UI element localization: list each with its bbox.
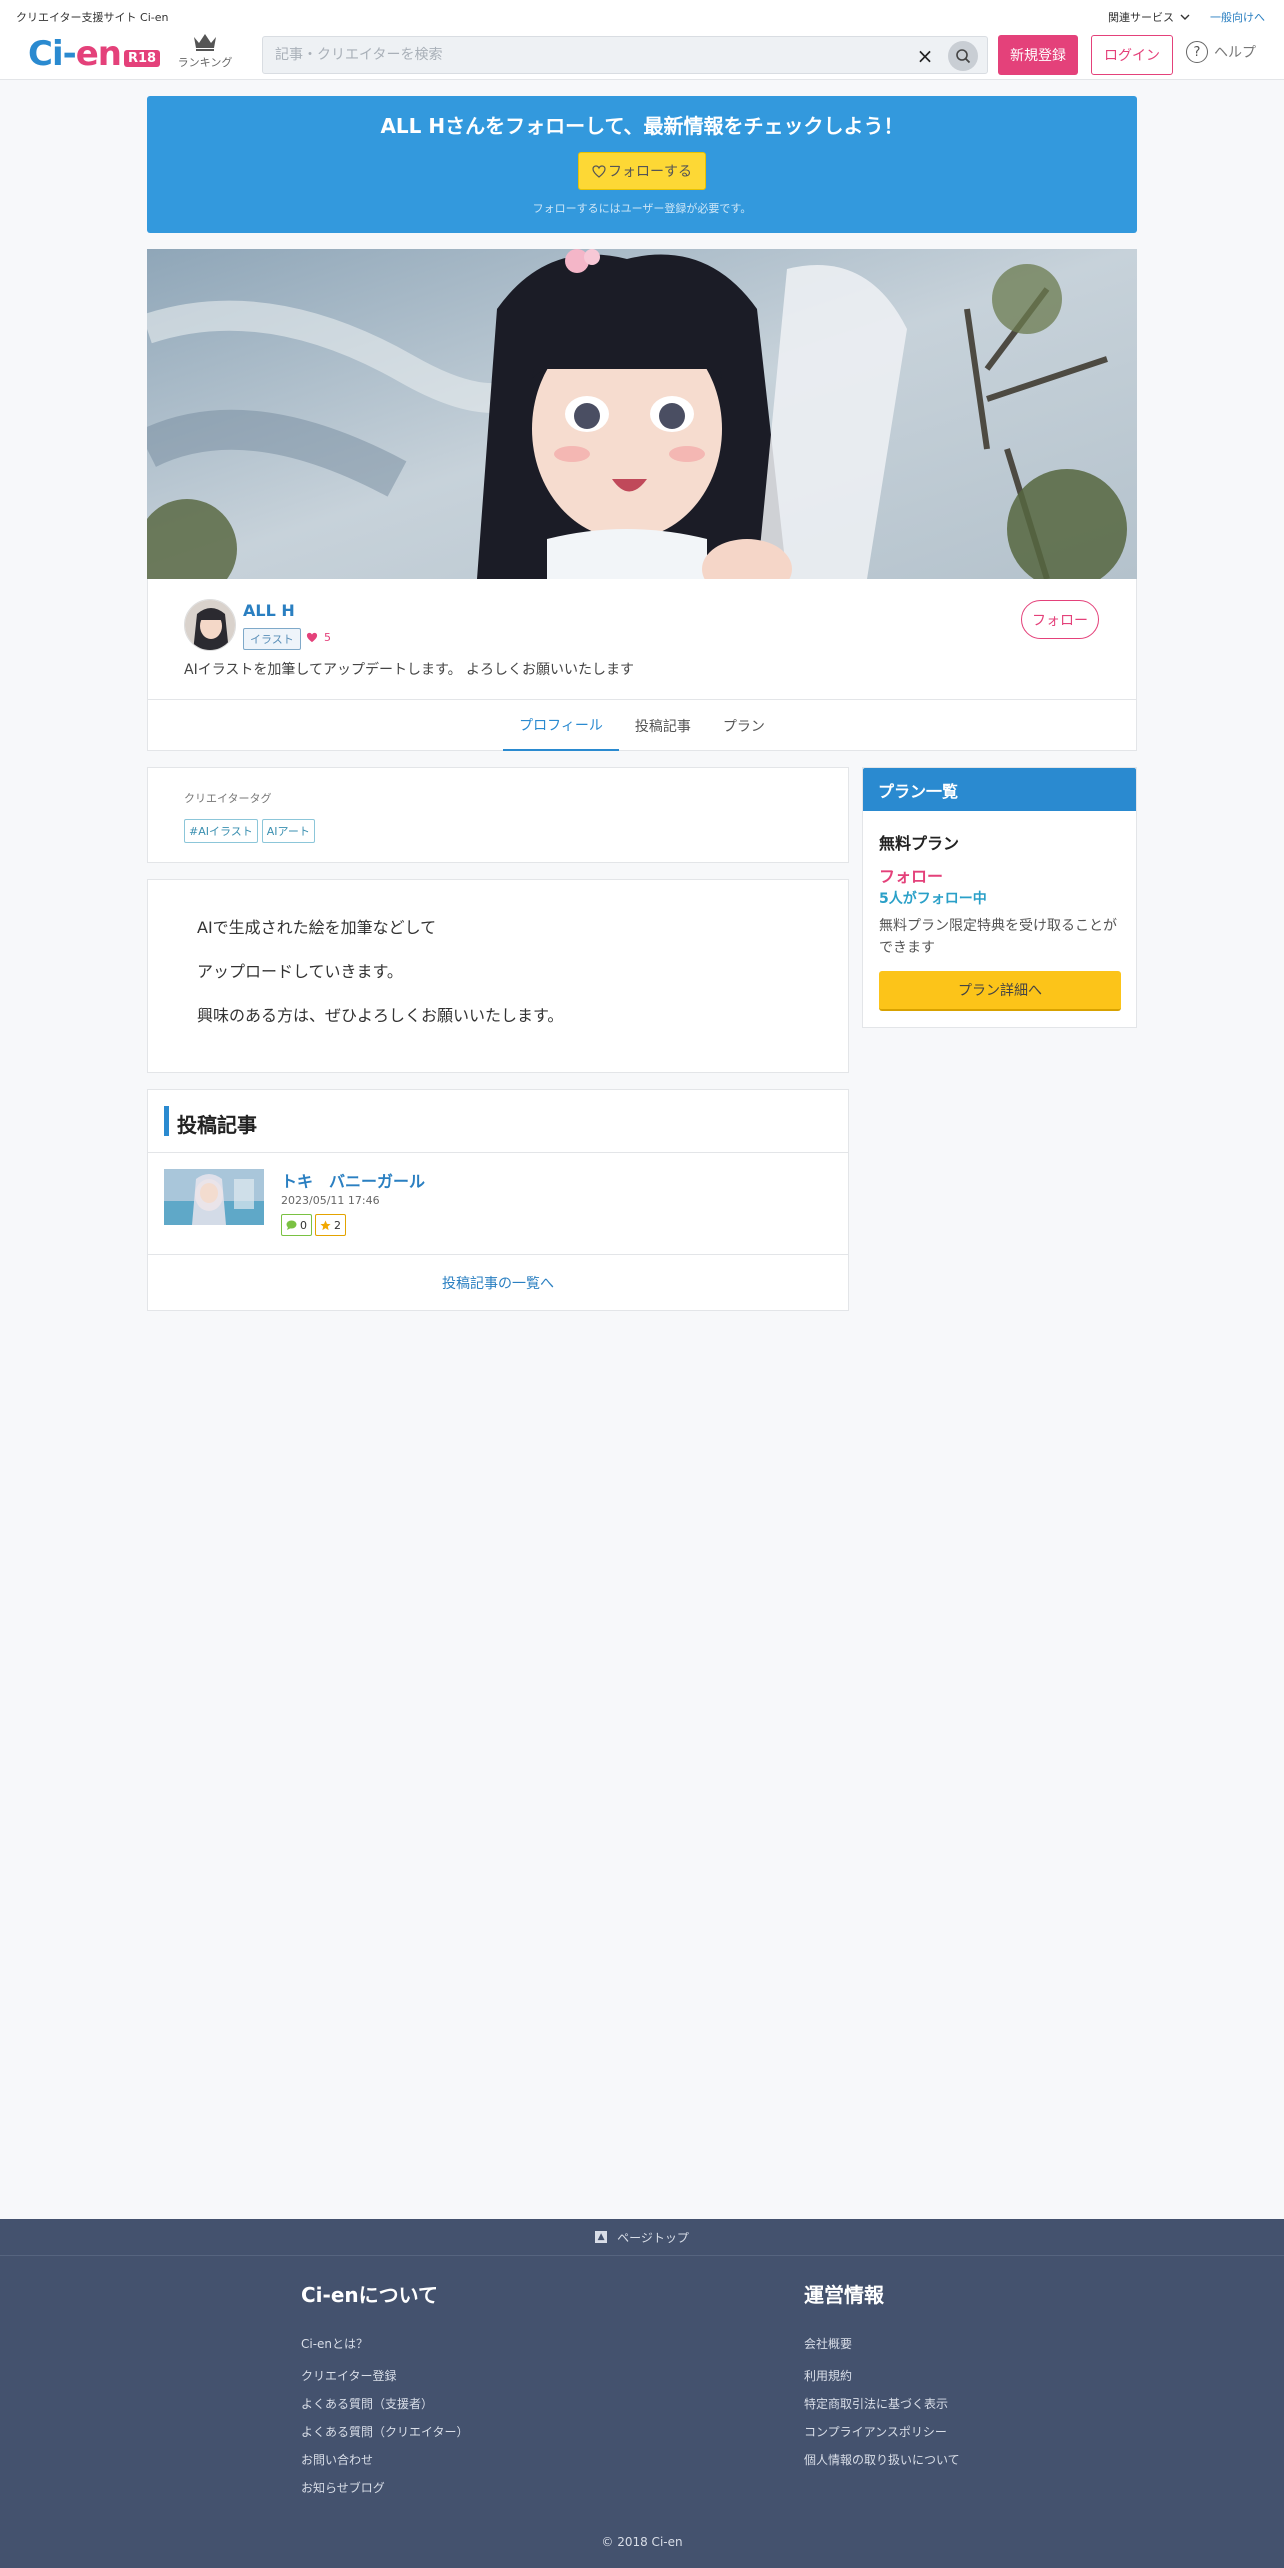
post-reactions: 0 2 [281,1214,346,1236]
search-icon [956,49,971,64]
footer-link[interactable]: コンプライアンスポリシー [804,2423,947,2440]
post-item[interactable]: トキ バニーガール 2023/05/11 17:46 0 2 [148,1153,848,1255]
site-tagline: クリエイター支援サイト Ci-en [16,11,169,24]
login-button[interactable]: ログイン [1091,35,1173,75]
creator-name[interactable]: ALL H [243,601,295,620]
chevron-down-icon [1180,14,1190,20]
tag-chip[interactable]: AIアート [261,819,315,843]
post-date: 2023/05/11 17:46 [281,1194,380,1207]
plan-list-heading: プラン一覧 [863,768,1136,811]
heading-accent-bar [164,1106,169,1136]
profile-text-line: アップロードしていきます。 [197,962,403,981]
follow-button[interactable]: フォロー [1021,600,1099,639]
creator-tags-label: クリエイタータグ [184,792,272,805]
plan-list-box: プラン一覧 無料プラン フォロー 5人がフォロー中 無料プラン限定特典を受け取る… [862,767,1137,1028]
star-count-badge: 2 [315,1214,346,1236]
search-button[interactable] [948,41,978,71]
star-icon [320,1219,331,1230]
plan-details-button[interactable]: プラン詳細へ [879,971,1121,1011]
profile-text-line: 興味のある方は、ぜひよろしくお願いいたします。 [197,1006,564,1025]
footer-link[interactable]: 個人情報の取り扱いについて [804,2451,960,2468]
comment-count: 0 [300,1218,307,1232]
footer-link[interactable]: お問い合わせ [301,2451,373,2468]
plan-description: 無料プラン限定特典を受け取ることができます [879,918,1117,956]
follow-banner: ALL Hさんをフォローして、最新情報をチェックしよう！ フォローする フォロー… [147,96,1137,233]
profile-tabs: プロフィール 投稿記事 プラン [148,699,1136,751]
footer-link[interactable]: お知らせブログ [301,2479,385,2496]
follow-banner-button-label: フォローする [608,164,692,180]
r18-badge: R18 [123,49,161,67]
post-thumbnail[interactable] [164,1169,264,1225]
ranking-link[interactable]: ランキング [170,32,240,70]
help-label: ヘルプ [1214,45,1256,61]
comment-count-badge: 0 [281,1214,312,1236]
help-link[interactable]: ? ヘルプ [1186,41,1256,63]
heart-icon [592,164,606,178]
footer-link[interactable]: 利用規約 [804,2367,852,2384]
crown-icon [194,34,216,51]
tab-posts[interactable]: 投稿記事 [619,700,707,751]
posts-box: 投稿記事 トキ バニーガール 2023/05/11 17:46 0 2 投稿記事… [147,1089,849,1311]
follow-banner-title: ALL Hさんをフォローして、最新情報をチェックしよう！ [380,114,904,138]
arrow-up-icon: ▲ [595,2231,608,2243]
help-icon: ? [1186,41,1208,63]
creator-description: AIイラストを加筆してアップデートします。 よろしくお願いいたします [184,662,635,678]
avatar[interactable] [184,599,236,651]
footer-ops-heading: 運営情報 [804,2283,884,2307]
tab-plans[interactable]: プラン [707,700,781,751]
search-input[interactable] [263,37,863,73]
footer-link[interactable]: 特定商取引法に基づく表示 [804,2395,948,2412]
footer-link[interactable]: 会社概要 [804,2335,852,2352]
tab-profile[interactable]: プロフィール [503,700,619,751]
copyright: © 2018 Ci-en [601,2535,683,2549]
site-header: Ci-en R18 ランキング × 新規登録 ログイン ? ヘルプ [0,30,1284,80]
posts-heading: 投稿記事 [177,1113,257,1137]
footer-ops-column: 運営情報 会社概要 利用規約 特定商取引法に基づく表示 コンプライアンスポリシー… [804,2279,960,2467]
footer-link[interactable]: よくある質問（支援者） [301,2395,433,2412]
creator-profile-card: ALL H イラスト 5 AIイラストを加筆してアップデートします。 よろしくお… [147,579,1137,751]
follow-banner-note: フォローするにはユーザー登録が必要です。 [532,202,752,215]
footer-link[interactable]: クリエイター登録 [301,2367,397,2384]
heart-icon [306,632,318,643]
site-footer: ▲ ページトップ Ci-enについて Ci-enとは？ クリエイター登録 よくあ… [0,2219,1284,2568]
footer-link[interactable]: よくある質問（クリエイター） [301,2423,469,2440]
logo-text: Ci-en [28,34,122,74]
creator-tags-box: クリエイタータグ #AIイラスト AIアート [147,767,849,863]
related-services-menu[interactable]: 関連サービス [1108,9,1190,25]
creator-likes: 5 [306,631,331,644]
register-button[interactable]: 新規登録 [998,35,1078,75]
creator-cover-image [147,249,1137,579]
star-count: 2 [334,1218,341,1232]
comment-icon [286,1220,297,1230]
general-site-link[interactable]: 一般向けへ [1210,9,1265,25]
creator-category-tag[interactable]: イラスト [243,628,301,650]
posts-header: 投稿記事 [148,1090,848,1153]
top-bar: クリエイター支援サイト Ci-en 関連サービス 一般向けへ [0,0,1284,30]
plan-follow-label: フォロー [879,867,944,886]
follow-banner-button[interactable]: フォローする [578,152,706,190]
page-top-label: ページトップ [617,2230,689,2245]
post-title[interactable]: トキ バニーガール [281,1168,425,1192]
creator-likes-count: 5 [324,631,331,644]
page-top-link[interactable]: ▲ ページトップ [0,2219,1284,2256]
plan-follower-count: 5人がフォロー中 [879,891,987,907]
profile-text-line: AIで生成された絵を加筆などして [197,918,437,937]
related-services-label: 関連サービス [1108,11,1174,24]
ci-en-logo[interactable]: Ci-en R18 [28,34,161,74]
search-box: × [262,36,988,74]
footer-about-heading: Ci-enについて [301,2283,439,2307]
tag-chip[interactable]: #AIイラスト [184,819,258,843]
all-posts-link[interactable]: 投稿記事の一覧へ [148,1255,848,1310]
profile-text-box: AIで生成された絵を加筆などして アップロードしていきます。 興味のある方は、ぜ… [147,879,849,1073]
plan-name: 無料プラン [879,834,960,853]
creator-tags-list: #AIイラスト AIアート [184,819,315,843]
close-icon[interactable]: × [913,44,937,68]
ranking-label: ランキング [177,56,233,69]
footer-about-column: Ci-enについて Ci-enとは？ クリエイター登録 よくある質問（支援者） … [301,2279,469,2495]
footer-link[interactable]: Ci-enとは？ [301,2335,368,2352]
